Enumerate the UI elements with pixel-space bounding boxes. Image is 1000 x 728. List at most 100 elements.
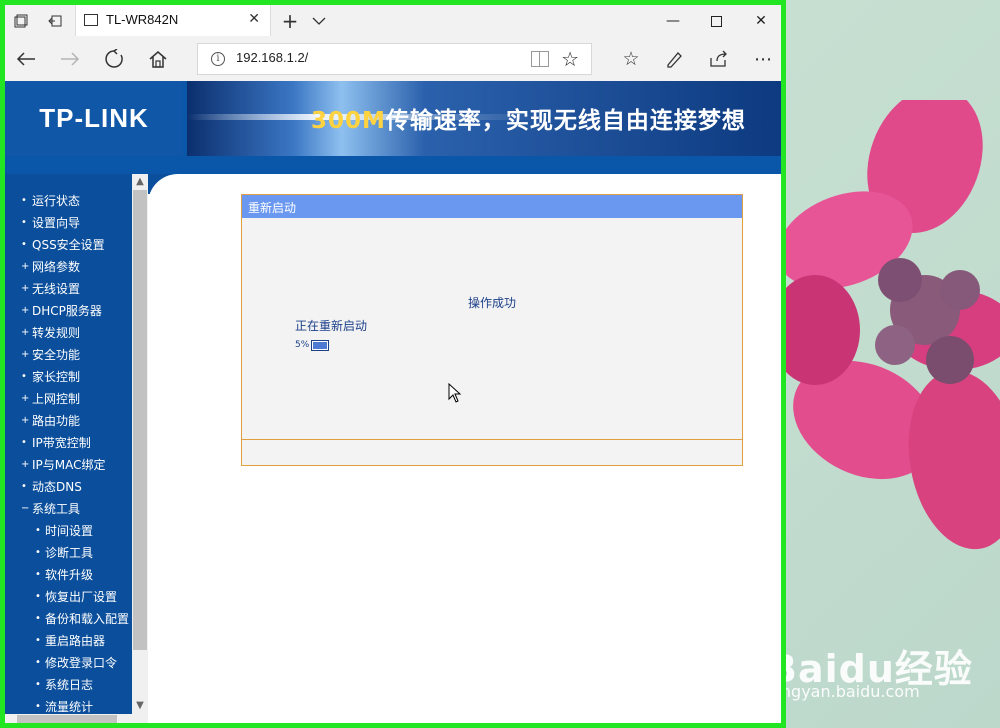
- header-banner: TP-LINK 300M传输速率，实现无线自由连接梦想: [5, 81, 781, 156]
- banner-strip: [5, 156, 781, 174]
- close-tab-icon[interactable]: ✕: [248, 11, 260, 27]
- expand-icon: +: [21, 283, 30, 294]
- progress-fill: [313, 342, 327, 349]
- bullet-icon: •: [21, 239, 27, 250]
- menu-list: • 运行状态 • 设置向导 • QSS安全设置 + 网络参数 + 无线设置 + DHCP服务器 + 转发规…: [5, 190, 132, 718]
- sidebar-item[interactable]: • IP带宽控制: [5, 432, 132, 454]
- bullet-icon: •: [35, 635, 41, 646]
- new-tab-icon[interactable]: +: [280, 9, 300, 33]
- sidebar-item[interactable]: + IP与MAC绑定: [5, 454, 132, 476]
- close-window-icon[interactable]: ✕: [738, 7, 781, 35]
- bullet-icon: •: [21, 195, 27, 206]
- sidebar-item-label: 转发规则: [32, 326, 81, 340]
- reading-view-icon[interactable]: [531, 51, 549, 67]
- scroll-up-arrow-icon[interactable]: ▲: [132, 174, 148, 190]
- sidebar-horizontal-scrollbar[interactable]: [5, 714, 148, 723]
- rebooting-message: 正在重新启动: [295, 319, 368, 333]
- page-icon: [84, 14, 98, 26]
- pen-icon[interactable]: [660, 44, 690, 74]
- favorites-list-icon[interactable]: ☆: [616, 44, 646, 74]
- scrollbar-thumb[interactable]: [133, 190, 147, 650]
- sidebar-item[interactable]: • 系统日志: [5, 674, 132, 696]
- info-icon[interactable]: i: [211, 52, 225, 66]
- bullet-icon: •: [21, 217, 27, 228]
- sidebar-item[interactable]: + 转发规则: [5, 322, 132, 344]
- sidebar-item[interactable]: • 重启路由器: [5, 630, 132, 652]
- bullet-icon: •: [35, 591, 41, 602]
- maximize-icon[interactable]: [693, 7, 739, 35]
- sidebar-item-label: 备份和载入配置: [45, 612, 130, 626]
- sidebar-item-label: 路由功能: [32, 414, 81, 428]
- mouse-cursor-icon: [448, 383, 462, 403]
- sidebar-item[interactable]: + 路由功能: [5, 410, 132, 432]
- sidebar-item-label: 家长控制: [32, 370, 81, 384]
- sidebar-item[interactable]: • 软件升级: [5, 564, 132, 586]
- minimize-icon[interactable]: —: [650, 7, 696, 35]
- url-text[interactable]: 192.168.1.2/: [236, 50, 308, 65]
- sidebar-item[interactable]: + 无线设置: [5, 278, 132, 300]
- collapse-icon: −: [21, 503, 30, 514]
- sidebar-item-label: 上网控制: [32, 392, 81, 406]
- scrollbar-thumb[interactable]: [17, 715, 117, 723]
- sidebar-item[interactable]: • 修改登录口令: [5, 652, 132, 674]
- sidebar-item-label: 动态DNS: [32, 480, 82, 494]
- sidebar-item-label: 安全功能: [32, 348, 81, 362]
- sidebar-item[interactable]: + 安全功能: [5, 344, 132, 366]
- sidebar-item[interactable]: • 设置向导: [5, 212, 132, 234]
- title-bar: TL-WR842N ✕ + — ✕: [5, 5, 781, 36]
- router-admin-page: TP-LINK 300M传输速率，实现无线自由连接梦想 • 运行状态 • 设置向导 • Q…: [5, 81, 781, 723]
- bullet-icon: •: [35, 613, 41, 624]
- sidebar-item-label: IP带宽控制: [32, 436, 91, 450]
- address-bar[interactable]: i 192.168.1.2/ ☆: [197, 43, 592, 75]
- watermark-url: jingyan.baidu.com: [772, 682, 920, 701]
- browser-tab[interactable]: TL-WR842N ✕: [75, 5, 271, 36]
- tab-aside-icon[interactable]: [45, 11, 65, 31]
- favorite-star-icon[interactable]: ☆: [561, 47, 579, 71]
- sidebar-item-label: 重启路由器: [45, 634, 106, 648]
- expand-icon: +: [21, 415, 30, 426]
- sidebar-item-label: IP与MAC绑定: [32, 458, 106, 472]
- sidebar-item[interactable]: • 运行状态: [5, 190, 132, 212]
- progress-percent: 5%: [295, 340, 310, 350]
- reboot-panel: 重新启动 操作成功 正在重新启动 5%: [241, 194, 743, 466]
- share-icon[interactable]: [704, 44, 734, 74]
- more-icon[interactable]: ⋯: [748, 44, 778, 74]
- panel-header: 重新启动: [242, 195, 742, 218]
- sidebar-item[interactable]: • 诊断工具: [5, 542, 132, 564]
- refresh-icon[interactable]: [99, 44, 129, 74]
- sidebar-item[interactable]: • 动态DNS: [5, 476, 132, 498]
- sidebar-vertical-scrollbar[interactable]: ▲ ▼: [132, 174, 148, 714]
- sidebar-menu: • 运行状态 • 设置向导 • QSS安全设置 + 网络参数 + 无线设置 + DHCP服务器 + 转发规…: [5, 174, 132, 723]
- bullet-icon: •: [21, 481, 27, 492]
- sidebar-item[interactable]: + 上网控制: [5, 388, 132, 410]
- sidebar-item[interactable]: + DHCP服务器: [5, 300, 132, 322]
- sidebar-item[interactable]: + 网络参数: [5, 256, 132, 278]
- home-icon[interactable]: [143, 44, 173, 74]
- sidebar-item[interactable]: • QSS安全设置: [5, 234, 132, 256]
- tab-title: TL-WR842N: [106, 12, 179, 27]
- back-arrow-icon[interactable]: [11, 44, 41, 74]
- bullet-icon: •: [35, 569, 41, 580]
- sidebar-item-label: 时间设置: [45, 524, 94, 538]
- sidebar-item[interactable]: − 系统工具: [5, 498, 132, 520]
- scroll-down-arrow-icon[interactable]: ▼: [132, 698, 148, 714]
- baidu-jingyan-watermark: Baidu经验 jingyan.baidu.com: [768, 620, 988, 710]
- sidebar-item[interactable]: • 备份和载入配置: [5, 608, 132, 630]
- banner-image: 300M传输速率，实现无线自由连接梦想: [187, 81, 781, 156]
- sidebar-item[interactable]: • 时间设置: [5, 520, 132, 542]
- tab-sets-icon[interactable]: [11, 11, 31, 31]
- bullet-icon: •: [35, 525, 41, 536]
- bullet-icon: •: [35, 547, 41, 558]
- bullet-icon: •: [21, 437, 27, 448]
- sidebar-item[interactable]: • 恢复出厂设置: [5, 586, 132, 608]
- browser-window: TL-WR842N ✕ + — ✕ i 192.168.1.2/ ☆ ☆ ⋯ T…: [0, 0, 786, 728]
- slogan-text: 传输速率，实现无线自由连接梦想: [385, 108, 746, 134]
- sidebar-item-label: 网络参数: [32, 260, 81, 274]
- sidebar-item-label: QSS安全设置: [32, 238, 105, 252]
- chevron-down-icon[interactable]: [309, 11, 329, 31]
- sidebar-item[interactable]: • 家长控制: [5, 366, 132, 388]
- expand-icon: +: [21, 305, 30, 316]
- forward-arrow-icon[interactable]: [55, 44, 85, 74]
- sidebar-item-label: 恢复出厂设置: [45, 590, 118, 604]
- progress-bar: [311, 340, 329, 351]
